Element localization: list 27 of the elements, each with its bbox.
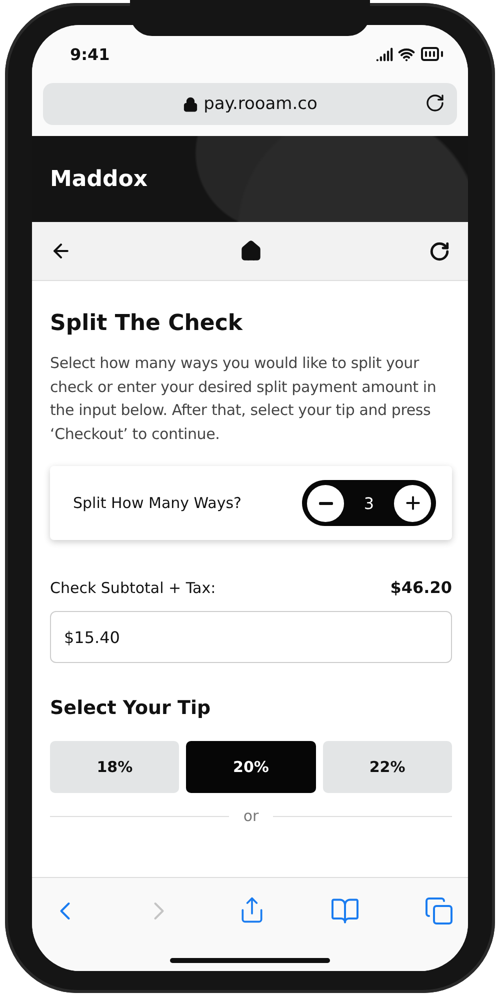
bookmarks-button[interactable] [330, 896, 360, 926]
instructions-text: Select how many ways you would like to split your check or enter your desired split payment amount in the input below. After that, select your tip and press ‘Checkout’ to continue. [50, 353, 438, 444]
wifi-icon [398, 46, 415, 62]
venue-name: Maddox [50, 166, 148, 192]
refresh-button[interactable] [429, 240, 450, 262]
signal-icon [376, 46, 393, 62]
address-bar[interactable]: pay.rooam.co [43, 83, 457, 125]
or-separator: or [243, 807, 259, 825]
minus-icon [318, 502, 332, 504]
tip-option[interactable]: 22% [322, 741, 452, 793]
increment-button[interactable] [394, 484, 431, 522]
subtotal-label: Check Subtotal + Tax: [50, 578, 216, 596]
amount-input[interactable]: $15.40 [50, 611, 452, 663]
reload-icon[interactable] [425, 93, 445, 113]
tip-heading: Select Your Tip [50, 697, 212, 719]
clock-time: 9:41 [70, 44, 110, 64]
lock-icon [182, 96, 198, 112]
decrement-button[interactable] [307, 484, 344, 522]
split-label: Split How Many Ways? [73, 494, 242, 512]
tabs-button[interactable] [424, 896, 454, 926]
subtotal-amount: $46.20 [390, 578, 452, 597]
page-title: Split The Check [50, 311, 244, 336]
tip-option[interactable]: 20% [186, 741, 316, 793]
url-text: pay.rooam.co [204, 94, 318, 114]
tip-option[interactable]: 18% [50, 741, 180, 793]
home-button[interactable] [240, 240, 262, 262]
split-count: 3 [364, 494, 374, 512]
